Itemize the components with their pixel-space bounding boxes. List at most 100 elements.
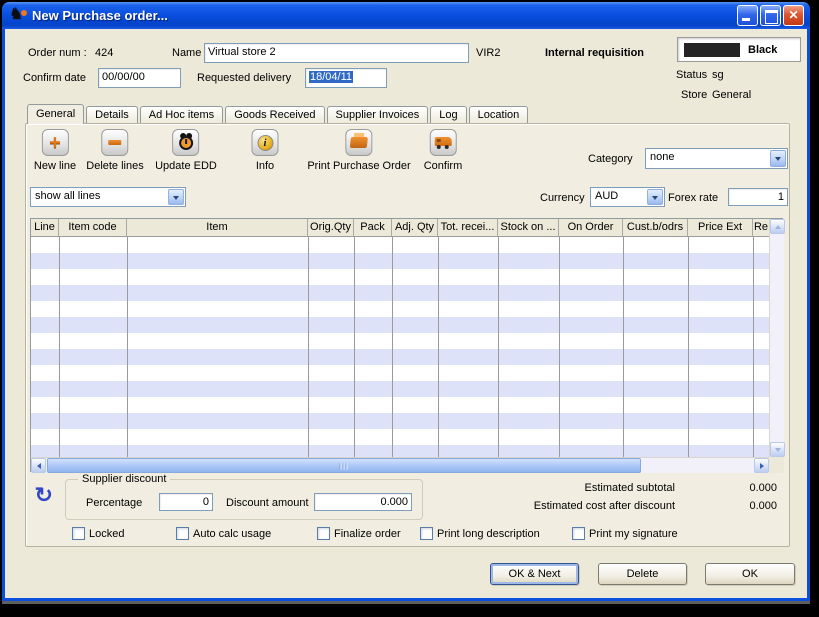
checkbox-icon[interactable]: [420, 527, 433, 540]
locked-checkbox[interactable]: Locked: [72, 527, 124, 540]
name-label: Name: [172, 47, 201, 59]
scroll-right-icon[interactable]: [754, 458, 769, 473]
grid-line: [498, 237, 499, 457]
confirm-button[interactable]: Confirm: [424, 129, 463, 172]
checkbox-icon[interactable]: [572, 527, 585, 540]
tab-supplier-invoices[interactable]: Supplier Invoices: [327, 106, 429, 124]
minimize-button[interactable]: [737, 5, 758, 26]
finalize-order-label: Finalize order: [334, 528, 401, 540]
column-header-re[interactable]: Re: [753, 219, 769, 236]
vertical-scrollbar[interactable]: [769, 219, 784, 457]
grid-line: [438, 237, 439, 457]
scrollbar-thumb[interactable]: [47, 458, 641, 473]
update-edd-label: Update EDD: [155, 160, 217, 172]
printer-icon: [345, 129, 372, 156]
percentage-label: Percentage: [86, 497, 142, 509]
scroll-left-icon[interactable]: [31, 458, 46, 473]
grid-line: [753, 237, 754, 457]
alarm-clock-icon: [172, 129, 199, 156]
order-num-value: 424: [95, 47, 113, 59]
new-line-button[interactable]: + New line: [34, 129, 76, 172]
auto-calc-usage-checkbox[interactable]: Auto calc usage: [176, 527, 271, 540]
dialog-body: Order num : 424 Name Virtual store 2 VIR…: [5, 29, 807, 598]
delete-lines-button[interactable]: Delete lines: [86, 129, 143, 172]
finalize-order-checkbox[interactable]: Finalize order: [317, 527, 401, 540]
table-body-empty[interactable]: [31, 237, 769, 457]
name-input[interactable]: Virtual store 2: [204, 43, 469, 63]
currency-dropdown[interactable]: AUD: [590, 187, 665, 207]
checkbox-icon[interactable]: [72, 527, 85, 540]
ok-and-next-button[interactable]: OK & Next: [490, 563, 579, 585]
chevron-down-icon[interactable]: [168, 189, 184, 205]
category-dropdown[interactable]: none: [645, 148, 788, 169]
column-header-cust-backorders[interactable]: Cust.b/odrs: [623, 219, 688, 236]
info-icon: i: [252, 129, 279, 156]
column-header-line[interactable]: Line: [31, 219, 59, 236]
grid-line: [559, 237, 560, 457]
tab-general[interactable]: General: [27, 104, 84, 124]
grid-line: [127, 237, 128, 457]
column-header-pack[interactable]: Pack: [354, 219, 392, 236]
scroll-up-icon[interactable]: [770, 219, 785, 234]
forex-rate-input[interactable]: 1: [728, 188, 788, 206]
column-header-item-code[interactable]: Item code: [59, 219, 127, 236]
title-bar[interactable]: ♞ New Purchase order... ✕: [2, 2, 810, 29]
grid-line: [392, 237, 393, 457]
estimated-cost-after-discount-label: Estimated cost after discount: [534, 500, 675, 512]
column-header-orig-qty[interactable]: Orig.Qty: [308, 219, 354, 236]
store-label: Store: [681, 89, 707, 101]
ok-button[interactable]: OK: [705, 563, 795, 585]
info-button[interactable]: i Info: [252, 129, 279, 172]
grid-line: [623, 237, 624, 457]
requested-delivery-input[interactable]: 18/04/11: [305, 68, 387, 88]
currency-value: AUD: [595, 190, 618, 202]
delete-lines-label: Delete lines: [86, 160, 143, 172]
percentage-input[interactable]: 0: [159, 493, 213, 511]
refresh-icon[interactable]: ↻: [35, 486, 53, 506]
grid-line: [59, 237, 60, 457]
grid-line: [308, 237, 309, 457]
tab-details[interactable]: Details: [86, 106, 138, 124]
print-long-description-checkbox[interactable]: Print long description: [420, 527, 540, 540]
selected-date-text: 18/04/11: [309, 71, 353, 83]
requested-delivery-label: Requested delivery: [197, 72, 291, 84]
column-header-price-ext[interactable]: Price Ext: [688, 219, 753, 236]
column-header-adj-qty[interactable]: Adj. Qty: [392, 219, 438, 236]
tab-log[interactable]: Log: [430, 106, 466, 124]
tab-location[interactable]: Location: [469, 106, 529, 124]
show-lines-value: show all lines: [35, 190, 100, 202]
store-value: General: [712, 89, 751, 101]
print-purchase-order-button[interactable]: Print Purchase Order: [307, 129, 410, 172]
delete-button[interactable]: Delete: [598, 563, 687, 585]
forex-rate-label: Forex rate: [668, 192, 718, 204]
color-swatch: [684, 43, 740, 57]
print-my-signature-checkbox[interactable]: Print my signature: [572, 527, 678, 540]
checkbox-icon[interactable]: [176, 527, 189, 540]
minus-icon: [101, 129, 128, 156]
scroll-down-icon[interactable]: [770, 442, 785, 457]
color-selector[interactable]: Black: [677, 37, 801, 62]
chevron-down-icon[interactable]: [647, 189, 663, 205]
column-header-item[interactable]: Item: [127, 219, 308, 236]
column-header-on-order[interactable]: On Order: [559, 219, 623, 236]
show-lines-dropdown[interactable]: show all lines: [30, 187, 186, 207]
new-line-label: New line: [34, 160, 76, 172]
table-header-row: Line Item code Item Orig.Qty Pack Adj. Q…: [31, 219, 769, 237]
print-purchase-order-label: Print Purchase Order: [307, 160, 410, 172]
confirm-date-input[interactable]: 00/00/00: [98, 68, 181, 88]
column-header-tot-received[interactable]: Tot. recei...: [438, 219, 498, 236]
tab-goods-received[interactable]: Goods Received: [225, 106, 324, 124]
close-button[interactable]: ✕: [783, 5, 804, 26]
tab-ad-hoc-items[interactable]: Ad Hoc items: [140, 106, 223, 124]
horizontal-scrollbar[interactable]: [31, 457, 784, 473]
maximize-button[interactable]: [760, 5, 781, 26]
discount-amount-input[interactable]: 0.000: [314, 493, 412, 511]
currency-label: Currency: [540, 192, 585, 204]
confirm-date-label: Confirm date: [23, 72, 86, 84]
checkbox-icon[interactable]: [317, 527, 330, 540]
order-num-label: Order num :: [28, 47, 87, 59]
chevron-down-icon[interactable]: [770, 150, 786, 167]
category-label: Category: [588, 153, 633, 165]
column-header-stock-on[interactable]: Stock on ...: [498, 219, 559, 236]
update-edd-button[interactable]: Update EDD: [155, 129, 217, 172]
